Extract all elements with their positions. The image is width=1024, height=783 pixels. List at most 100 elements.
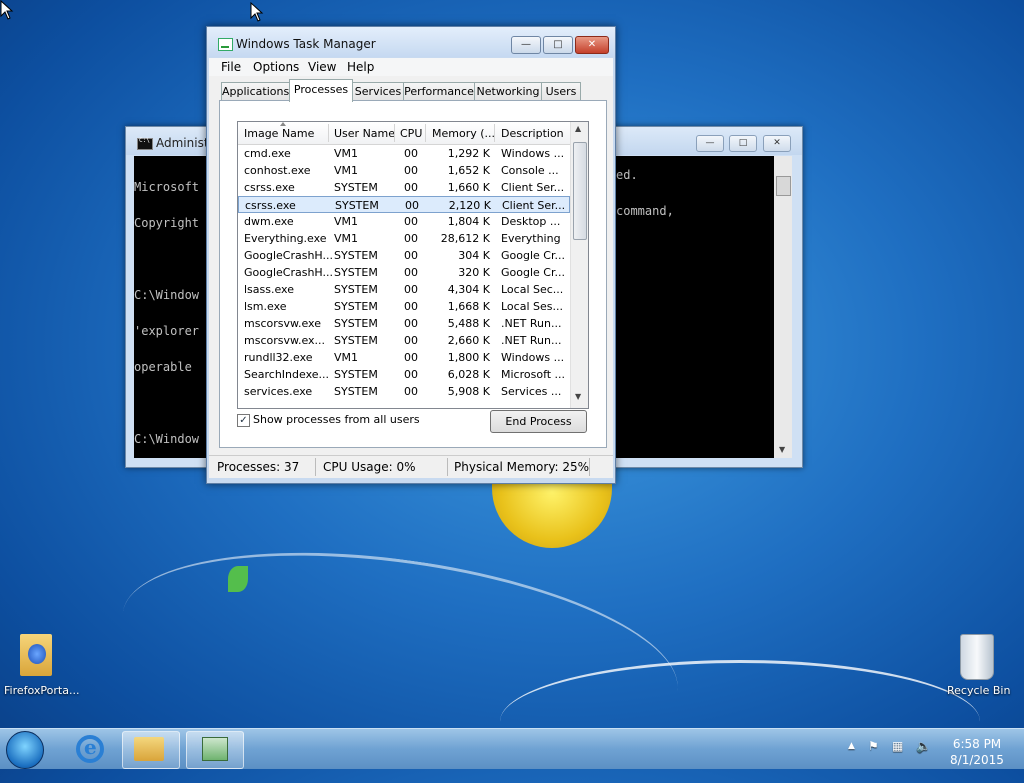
cell-memory: 5,488 K	[447, 317, 490, 330]
end-process-button[interactable]: End Process	[490, 410, 587, 433]
network-icon[interactable]: ▦	[892, 739, 903, 753]
cell-cpu: 00	[405, 199, 419, 212]
cell-user-name: VM1	[334, 215, 359, 228]
cell-user-name: VM1	[334, 147, 359, 160]
recycle-bin-icon[interactable]	[960, 634, 994, 680]
table-row[interactable]: csrss.exe SYSTEM 00 1,660 K Client Ser...	[238, 179, 570, 196]
process-list-scrollbar[interactable]: ▲ ▼	[570, 122, 588, 408]
cell-user-name: SYSTEM	[334, 368, 378, 381]
close-button[interactable]: ✕	[575, 36, 609, 54]
table-row[interactable]: mscorsvw.ex... SYSTEM 00 2,660 K .NET Run...	[238, 332, 570, 349]
table-row[interactable]: rundll32.exe VM1 00 1,800 K Windows ...	[238, 349, 570, 366]
show-all-users-label[interactable]: Show processes from all users	[253, 413, 420, 426]
firefox-portable-icon[interactable]	[20, 634, 52, 676]
cell-user-name: SYSTEM	[334, 249, 378, 262]
menu-view[interactable]: View	[308, 60, 336, 74]
table-row[interactable]: GoogleCrashH... SYSTEM 00 304 K Google Cr...	[238, 247, 570, 264]
console-close-button[interactable]: ✕	[763, 135, 791, 152]
cell-cpu: 00	[404, 232, 418, 245]
task-manager-titlebar[interactable]: Windows Task Manager — □ ✕	[207, 27, 615, 57]
table-row[interactable]: conhost.exe VM1 00 1,652 K Console ...	[238, 162, 570, 179]
sort-ascending-icon	[280, 122, 286, 126]
cell-cpu: 00	[404, 249, 418, 262]
show-all-users-checkbox[interactable]: ✓	[237, 414, 250, 427]
cell-cpu: 00	[404, 215, 418, 228]
show-hidden-icons-icon[interactable]: ▲	[848, 741, 855, 751]
clock-date: 8/1/2015	[950, 753, 1004, 767]
table-row[interactable]: SearchIndexe... SYSTEM 00 6,028 K Microsoft …	[238, 366, 570, 383]
clock-time: 6:58 PM	[952, 737, 1002, 751]
cmd-icon	[137, 137, 153, 150]
status-processes: Processes: 37	[217, 460, 300, 474]
cell-description: Google Cr...	[501, 266, 565, 279]
clock[interactable]: 6:58 PM 8/1/2015	[950, 736, 1004, 768]
scroll-down-icon[interactable]: ▼	[575, 392, 581, 401]
table-row[interactable]: dwm.exe VM1 00 1,804 K Desktop ...	[238, 213, 570, 230]
cell-cpu: 00	[404, 385, 418, 398]
status-physical-memory: Physical Memory: 25%	[454, 460, 590, 474]
column-user-name[interactable]: User Name	[334, 127, 395, 140]
start-button[interactable]	[6, 731, 44, 769]
process-list[interactable]: Image Name User Name CPU Memory (... Des…	[237, 121, 589, 409]
minimize-button[interactable]: —	[511, 36, 541, 54]
mouse-cursor-icon	[0, 0, 14, 20]
process-list-scroll-thumb[interactable]	[573, 142, 587, 240]
task-manager-client: Applications Processes Services Performa…	[209, 76, 613, 478]
status-bar: Processes: 37 CPU Usage: 0% Physical Mem…	[209, 455, 613, 478]
console-minimize-button[interactable]: —	[696, 135, 724, 152]
console-fragment: ed.	[616, 168, 638, 182]
menu-options[interactable]: Options	[253, 60, 299, 74]
cell-memory: 2,660 K	[447, 334, 490, 347]
console-title: Administ	[156, 136, 209, 150]
console-scrollbar[interactable]: ▼	[774, 156, 792, 458]
cell-image-name: csrss.exe	[244, 181, 295, 194]
menu-file[interactable]: File	[221, 60, 241, 74]
cell-description: Local Sec...	[501, 283, 564, 296]
table-row[interactable]: services.exe SYSTEM 00 5,908 K Services ...	[238, 383, 570, 400]
task-manager-window[interactable]: Windows Task Manager — □ ✕ File Options …	[206, 26, 616, 484]
cell-image-name: lsass.exe	[244, 283, 294, 296]
tab-applications[interactable]: Applications	[221, 82, 290, 101]
table-row[interactable]: lsm.exe SYSTEM 00 1,668 K Local Ses...	[238, 298, 570, 315]
flag-icon[interactable]: ⚑	[868, 739, 879, 753]
firefox-portable-label[interactable]: FirefoxPorta...	[4, 684, 79, 697]
cell-memory: 4,304 K	[447, 283, 490, 296]
cell-description: Desktop ...	[501, 215, 561, 228]
cell-description: Client Ser...	[502, 199, 566, 212]
scroll-down-icon[interactable]: ▼	[779, 445, 785, 454]
console-scroll-thumb[interactable]	[776, 176, 791, 196]
table-row[interactable]: Everything.exe VM1 00 28,612 K Everything	[238, 230, 570, 247]
table-row[interactable]: lsass.exe SYSTEM 00 4,304 K Local Sec...	[238, 281, 570, 298]
recycle-bin-label[interactable]: Recycle Bin	[947, 684, 1010, 697]
cell-memory: 1,292 K	[447, 147, 490, 160]
internet-explorer-icon[interactable]	[76, 735, 104, 763]
table-row[interactable]: cmd.exe VM1 00 1,292 K Windows ...	[238, 145, 570, 162]
column-cpu[interactable]: CPU	[400, 127, 422, 140]
column-memory[interactable]: Memory (...	[432, 127, 495, 140]
cell-description: Services ...	[501, 385, 562, 398]
tab-performance[interactable]: Performance	[403, 82, 475, 101]
maximize-button[interactable]: □	[543, 36, 573, 54]
cell-cpu: 00	[404, 283, 418, 296]
scroll-up-icon[interactable]: ▲	[575, 124, 581, 133]
cell-image-name: csrss.exe	[245, 199, 296, 212]
menu-help[interactable]: Help	[347, 60, 374, 74]
table-row[interactable]: GoogleCrashH... SYSTEM 00 320 K Google Cr...	[238, 264, 570, 281]
column-image-name[interactable]: Image Name	[244, 127, 314, 140]
cell-description: .NET Run...	[501, 334, 562, 347]
cell-description: Google Cr...	[501, 249, 565, 262]
cell-user-name: SYSTEM	[334, 181, 378, 194]
cell-memory: 304 K	[458, 249, 490, 262]
table-row[interactable]: mscorsvw.exe SYSTEM 00 5,488 K .NET Run...	[238, 315, 570, 332]
console-maximize-button[interactable]: □	[729, 135, 757, 152]
tab-services[interactable]: Services	[352, 82, 404, 101]
tab-networking[interactable]: Networking	[474, 82, 542, 101]
tab-processes[interactable]: Processes	[289, 79, 353, 102]
volume-muted-icon[interactable]: 🔈	[916, 739, 931, 753]
tab-users[interactable]: Users	[541, 82, 581, 101]
cell-image-name: cmd.exe	[244, 147, 291, 160]
cell-image-name: mscorsvw.ex...	[244, 334, 326, 347]
column-description[interactable]: Description	[501, 127, 564, 140]
table-row[interactable]: csrss.exe SYSTEM 00 2,120 K Client Ser...	[238, 196, 570, 213]
mouse-cursor-icon	[250, 2, 264, 22]
